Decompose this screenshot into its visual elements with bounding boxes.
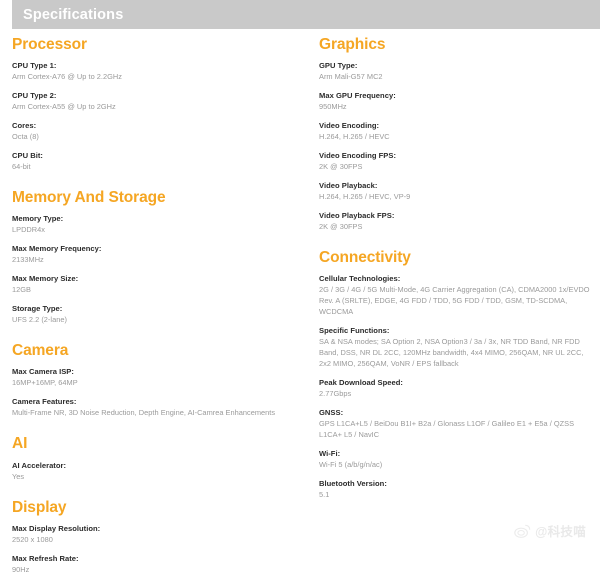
spec-label: Max Memory Size: bbox=[12, 274, 79, 284]
spec-value: 2.77Gbps bbox=[319, 388, 352, 398]
spec-section: Connectivity Cellular Technologies: 2G / 3… bbox=[319, 248, 596, 501]
spec-value: Arm Cortex-A76 @ Up to 2.2GHz bbox=[12, 72, 122, 82]
spec-value: Arm Mali-G57 MC2 bbox=[319, 72, 383, 82]
spec-label: Cellular Technologies: bbox=[319, 274, 401, 284]
spec-label: Max GPU Frequency: bbox=[319, 91, 396, 101]
spec-row: Max Camera ISP: 16MP+16MP, 64MP bbox=[12, 366, 300, 389]
spec-value: 90Hz bbox=[12, 564, 30, 574]
spec-label: GNSS: bbox=[319, 407, 344, 417]
spec-value: H.264, H.265 / HEVC bbox=[319, 132, 390, 142]
spec-value: UFS 2.2 (2-lane) bbox=[12, 315, 67, 325]
section-title: Memory And Storage bbox=[12, 189, 166, 207]
watermark-text: @科技喵 bbox=[535, 525, 586, 539]
spec-value: H.264, H.265 / HEVC, VP-9 bbox=[319, 192, 411, 202]
spec-row: GPU Type: Arm Mali-G57 MC2 bbox=[319, 60, 596, 83]
spec-value: LPDDR4x bbox=[12, 225, 45, 235]
spec-label: Max Display Resolution: bbox=[12, 523, 101, 533]
spec-label: Cores: bbox=[12, 121, 37, 131]
spec-label: CPU Type 1: bbox=[12, 61, 57, 71]
spec-section: Camera Max Camera ISP: 16MP+16MP, 64MP Came… bbox=[12, 342, 300, 419]
spec-label: Bluetooth Version: bbox=[319, 478, 387, 488]
spec-row: Bluetooth Version: 5.1 bbox=[319, 478, 596, 501]
spec-label: Peak Download Speed: bbox=[319, 377, 403, 387]
spec-section: Display Max Display Resolution: 2520 x 108… bbox=[12, 498, 300, 576]
spec-row: Specific Functions: SA & NSA modes; SA Op… bbox=[319, 325, 596, 370]
spec-value: 2520 x 1080 bbox=[12, 534, 53, 544]
spec-row: Cores: Octa (8) bbox=[12, 120, 300, 143]
spec-value: 64-bit bbox=[12, 162, 31, 172]
spec-row: CPU Type 1: Arm Cortex-A76 @ Up to 2.2GHz bbox=[12, 60, 300, 83]
spec-row: Storage Type: UFS 2.2 (2-lane) bbox=[12, 303, 300, 326]
spec-row: Camera Features: Multi-Frame NR, 3D Noise… bbox=[12, 396, 300, 419]
spec-row: Video Encoding: H.264, H.265 / HEVC bbox=[319, 120, 596, 143]
section-title: Graphics bbox=[319, 36, 386, 53]
spec-value: Multi-Frame NR, 3D Noise Reduction, Dept… bbox=[12, 408, 276, 418]
spec-section: Memory And Storage Memory Type: LPDDR4x Max… bbox=[12, 189, 300, 326]
section-title: Connectivity bbox=[319, 248, 411, 266]
spec-section: Graphics GPU Type: Arm Mali-G57 MC2 Max GPU… bbox=[319, 36, 596, 233]
spec-row: Video Playback FPS: 2K @ 30FPS bbox=[319, 210, 596, 233]
section-title: Display bbox=[12, 498, 67, 516]
spec-label: Max Camera ISP: bbox=[12, 367, 74, 377]
spec-row: Wi-Fi: Wi-Fi 5 (a/b/g/n/ac) bbox=[319, 448, 596, 471]
section-title: AI bbox=[12, 435, 28, 453]
spec-row: CPU Bit: 64-bit bbox=[12, 150, 300, 173]
spec-label: Video Playback: bbox=[319, 181, 378, 191]
spec-value: 950MHz bbox=[319, 102, 347, 112]
spec-value: 2K @ 30FPS bbox=[319, 222, 363, 232]
spec-row: Peak Download Speed: 2.77Gbps bbox=[319, 377, 596, 400]
spec-label: Max Memory Frequency: bbox=[12, 244, 102, 254]
spec-label: AI Accelerator: bbox=[12, 460, 67, 470]
left-column: Processor CPU Type 1: Arm Cortex-A76 @ Up … bbox=[0, 36, 306, 574]
specifications-header-bar: Specifications bbox=[12, 0, 600, 29]
spec-label: GPU Type: bbox=[319, 61, 358, 71]
spec-row: Cellular Technologies: 2G / 3G / 4G / 5G … bbox=[319, 273, 596, 318]
spec-value: Wi-Fi 5 (a/b/g/n/ac) bbox=[319, 459, 383, 469]
spec-label: Wi-Fi: bbox=[319, 448, 341, 458]
spec-value: GPS L1CA+L5 / BeiDou B1I+ B2a / Glonass … bbox=[319, 418, 575, 439]
weibo-icon bbox=[514, 524, 531, 538]
spec-label: Camera Features: bbox=[12, 397, 77, 407]
spec-row: AI Accelerator: Yes bbox=[12, 460, 300, 483]
spec-label: Video Encoding: bbox=[319, 121, 380, 131]
spec-value: 2G / 3G / 4G / 5G Multi-Mode, 4G Carrier… bbox=[319, 285, 590, 317]
spec-row: Video Playback: H.264, H.265 / HEVC, VP-9 bbox=[319, 180, 596, 203]
spec-value: Arm Cortex-A55 @ Up to 2GHz bbox=[12, 102, 116, 112]
spec-value: 12GB bbox=[12, 285, 31, 295]
spec-row: Max Memory Frequency: 2133MHz bbox=[12, 243, 300, 266]
spec-row: Max GPU Frequency: 950MHz bbox=[319, 90, 596, 113]
spec-row: Video Encoding FPS: 2K @ 30FPS bbox=[319, 150, 596, 173]
spec-row: CPU Type 2: Arm Cortex-A55 @ Up to 2GHz bbox=[12, 90, 300, 113]
spec-value: SA & NSA modes; SA Option 2, NSA Option3… bbox=[319, 337, 584, 369]
spec-value: Octa (8) bbox=[12, 132, 39, 142]
spec-label: CPU Bit: bbox=[12, 151, 43, 161]
spec-label: CPU Type 2: bbox=[12, 91, 57, 101]
spec-row: Max Display Resolution: 2520 x 1080 bbox=[12, 523, 300, 546]
section-title: Processor bbox=[12, 36, 87, 53]
spec-value: 2K @ 30FPS bbox=[319, 162, 363, 172]
spec-label: Video Encoding FPS: bbox=[319, 151, 397, 161]
spec-label: Storage Type: bbox=[12, 304, 63, 314]
page-title: Specifications bbox=[23, 6, 124, 23]
spec-value: 2133MHz bbox=[12, 255, 44, 265]
spec-label: Memory Type: bbox=[12, 214, 64, 224]
spec-label: Max Refresh Rate: bbox=[12, 553, 79, 563]
spec-section: AI AI Accelerator: Yes bbox=[12, 436, 300, 482]
watermark: @科技喵 bbox=[514, 521, 586, 540]
spec-row: GNSS: GPS L1CA+L5 / BeiDou B1I+ B2a / Glo… bbox=[319, 407, 596, 441]
spec-value: Yes bbox=[12, 471, 25, 481]
spec-row: Max Refresh Rate: 90Hz bbox=[12, 553, 300, 576]
spec-row: Memory Type: LPDDR4x bbox=[12, 213, 300, 236]
spec-section: Processor CPU Type 1: Arm Cortex-A76 @ Up … bbox=[12, 36, 300, 173]
spec-value: 5.1 bbox=[319, 489, 330, 499]
spec-value: 16MP+16MP, 64MP bbox=[12, 378, 78, 388]
specifications-content: Processor CPU Type 1: Arm Cortex-A76 @ Up … bbox=[0, 29, 600, 574]
spec-label: Video Playback FPS: bbox=[319, 211, 395, 221]
right-column: Graphics GPU Type: Arm Mali-G57 MC2 Max GPU… bbox=[306, 36, 600, 549]
spec-label: Specific Functions: bbox=[319, 326, 390, 336]
section-title: Camera bbox=[12, 342, 69, 360]
spec-row: Max Memory Size: 12GB bbox=[12, 273, 300, 296]
